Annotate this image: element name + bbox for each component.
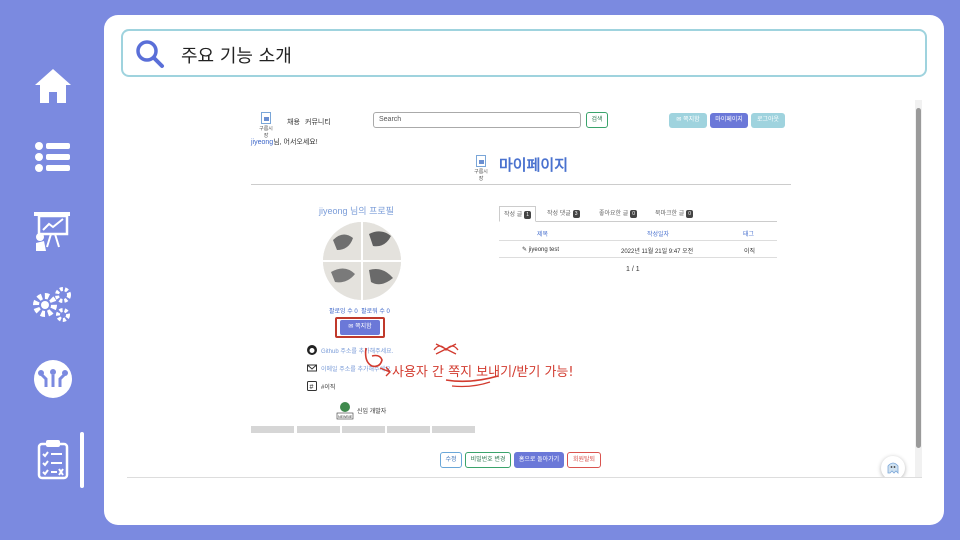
active-indicator [80,432,84,488]
skeleton-block [387,426,430,433]
logout-button[interactable]: 로그아웃 [751,113,785,128]
tab-likes[interactable]: 좋아요한 글0 [599,206,638,222]
nav-jobs[interactable]: 채용 [287,117,300,127]
presentation-icon[interactable] [30,206,76,252]
divider [251,184,791,185]
follow-counts: 팔로잉 수 0 팔로워 수 0 [329,309,390,315]
tab-posts[interactable]: 작성 글1 [499,206,537,222]
tab-comments[interactable]: 작성 댓글 3 [547,206,580,222]
skeleton-block [297,426,340,433]
ghost-icon [887,462,899,474]
tab-bookmarks[interactable]: 북마크한 글0 [655,206,694,222]
table-row-date: 2022년 11월 21일 9:47 오전 [621,249,694,255]
table-header-tag: 태그 [743,232,755,238]
tag-icon: # [307,381,317,391]
page-title: 마이페이지 [499,157,569,174]
welcome-text: jiyeong님, 어서오세요! [251,139,318,146]
site-logo[interactable]: 구름시장 [258,112,274,139]
mypage-button[interactable]: 마이페이지 [710,113,748,128]
tab-strip [499,206,777,222]
github-text: Github 주소를 추가해주세요. [321,349,394,355]
badge-label: 신입 개발자 [357,409,387,415]
profile-title: jiyeong 님의 프로필 [319,206,394,216]
skeleton-block [432,426,475,433]
svg-text:NEWBIE: NEWBIE [338,415,353,419]
pagination[interactable]: 1 / 1 [626,266,640,273]
email-text: 이메일 주소를 추가해주세요. [321,367,393,373]
change-password-button[interactable]: 비밀번호 변경 [465,452,511,468]
site-search-button[interactable]: 검색 [586,112,608,128]
circuit-bulb-icon[interactable] [30,356,76,402]
site-search-input[interactable]: Search [373,112,581,128]
table-row-title[interactable]: ✎ jiyeong test [522,246,559,253]
home-button[interactable]: 홈으로 돌아가기 [514,452,564,468]
tag-text: #이직 [321,385,336,391]
newbie-badge-icon: NEWBIE [336,402,354,420]
skeleton-block [342,426,385,433]
table-divider [499,257,777,258]
scrollbar[interactable] [915,100,922,477]
github-icon [307,345,317,355]
email-icon [307,364,317,372]
avatar [323,222,401,300]
list-icon[interactable] [30,134,76,180]
search-icon [136,40,164,68]
highlight-box [335,317,385,338]
skeleton-block [251,426,294,433]
inbox-button[interactable]: ✉ 쪽지함 [669,113,707,128]
table-row-tag: 이직 [744,249,756,255]
nav-community[interactable]: 커뮤니티 [305,117,331,127]
table-header-date: 작성일자 [647,232,670,238]
home-icon[interactable] [30,62,76,108]
chatbot-button[interactable] [881,456,905,477]
gears-icon[interactable] [30,280,76,326]
slide-title: 주요 기능 소개 [181,46,292,67]
clipboard-checklist-icon[interactable] [30,436,76,482]
table-divider [499,240,777,241]
slide-title-bar: 주요 기능 소개 [121,29,927,77]
withdraw-button[interactable]: 회원탈퇴 [567,452,601,468]
annotation-text: 사용자 간 쪽지 보내기/받기 가능! [392,365,574,380]
table-header-title: 제목 [537,232,549,238]
page-title-logo: 구름시장 [473,155,489,182]
edit-button[interactable]: 수정 [440,452,462,468]
website-screenshot: 구름시장 채용 커뮤니티 Search 검색 ✉ 쪽지함 마이페이지 로그아웃 … [127,100,922,478]
svg-text:#: # [310,384,314,391]
